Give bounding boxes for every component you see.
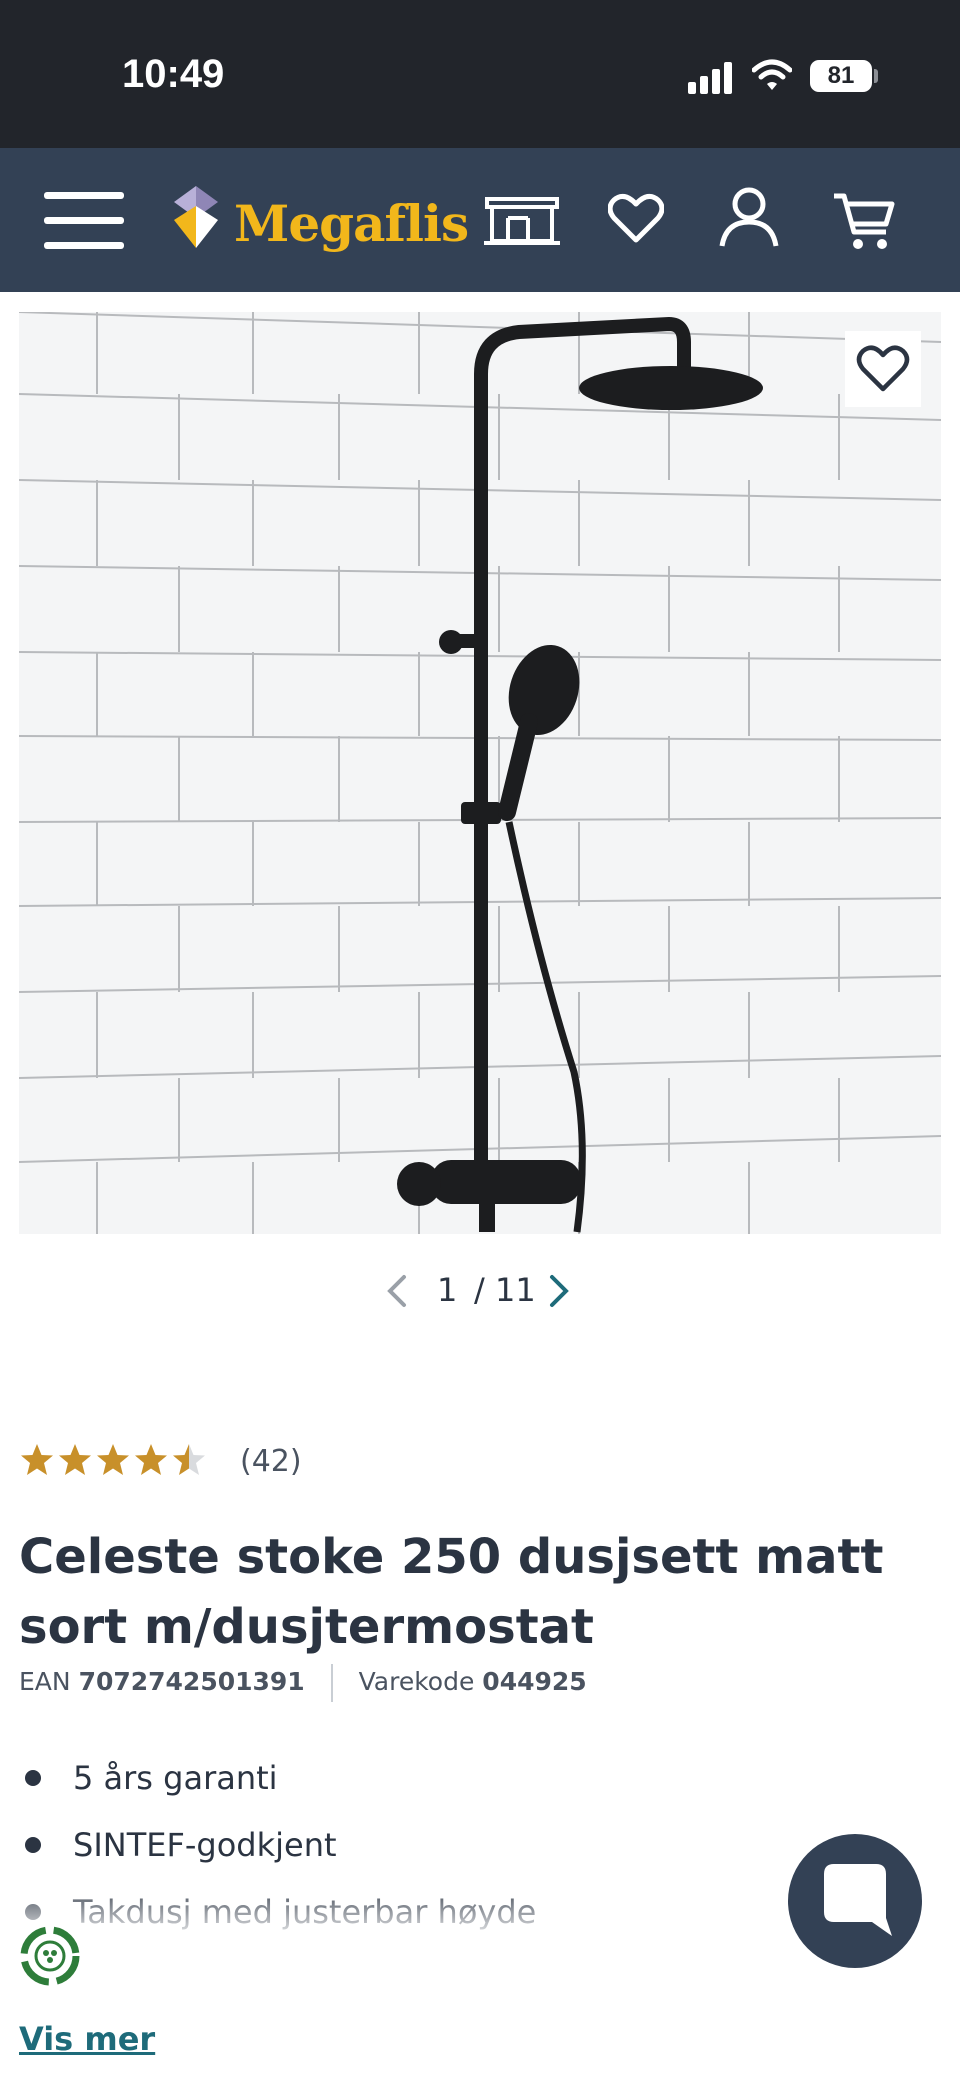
divider <box>330 1664 333 1702</box>
chat-button[interactable] <box>788 1834 922 1968</box>
product-code-value: 044925 <box>482 1667 587 1696</box>
chevron-left-icon[interactable] <box>384 1273 410 1309</box>
wifi-icon <box>752 59 792 90</box>
store-icon[interactable] <box>484 196 560 246</box>
battery-tip <box>874 69 878 83</box>
battery-icon: 81 <box>810 60 872 92</box>
status-time: 10:49 <box>122 52 225 96</box>
brand-name[interactable]: Megaflis <box>234 194 469 253</box>
feature-item: 5 års garanti <box>19 1752 536 1819</box>
wishlist-heart-icon[interactable] <box>608 192 664 244</box>
brand-logo-mark[interactable] <box>168 184 224 252</box>
product-code-label: Varekode <box>358 1667 475 1696</box>
heart-icon <box>856 345 910 392</box>
product-codes: EAN 7072742501391 Varekode 044925 <box>19 1664 587 1702</box>
cart-icon[interactable] <box>832 188 896 252</box>
chevron-right-icon[interactable] <box>546 1273 572 1309</box>
show-more-link[interactable]: Vis mer <box>19 2020 155 2058</box>
status-bar: 10:49 81 <box>0 0 960 148</box>
feature-item: SINTEF-godkjent <box>19 1819 536 1886</box>
signal-icon <box>688 60 736 94</box>
add-to-wishlist-button[interactable] <box>845 331 921 407</box>
image-pager: 1 / 11 <box>380 1265 580 1313</box>
pager-total: / 11 <box>474 1271 536 1309</box>
menu-icon[interactable] <box>44 190 126 252</box>
product-image[interactable] <box>19 312 941 1234</box>
shower-photo <box>19 312 941 1234</box>
stars-icon <box>21 1444 205 1475</box>
chat-bubble-icon <box>824 1864 892 1936</box>
ean-value: 7072742501391 <box>78 1667 305 1696</box>
product-title: Celeste stoke 250 dusjsett matt sort m/d… <box>19 1529 884 1655</box>
eco-badge-icon[interactable] <box>16 1922 84 1990</box>
user-icon[interactable] <box>718 186 780 248</box>
star-rating[interactable] <box>19 1440 219 1480</box>
review-count[interactable]: (42) <box>240 1444 302 1479</box>
top-nav: Megaflis <box>0 148 960 292</box>
battery-level: 81 <box>827 62 855 89</box>
ean-label: EAN <box>19 1667 71 1696</box>
pager-current: 1 <box>437 1271 458 1309</box>
